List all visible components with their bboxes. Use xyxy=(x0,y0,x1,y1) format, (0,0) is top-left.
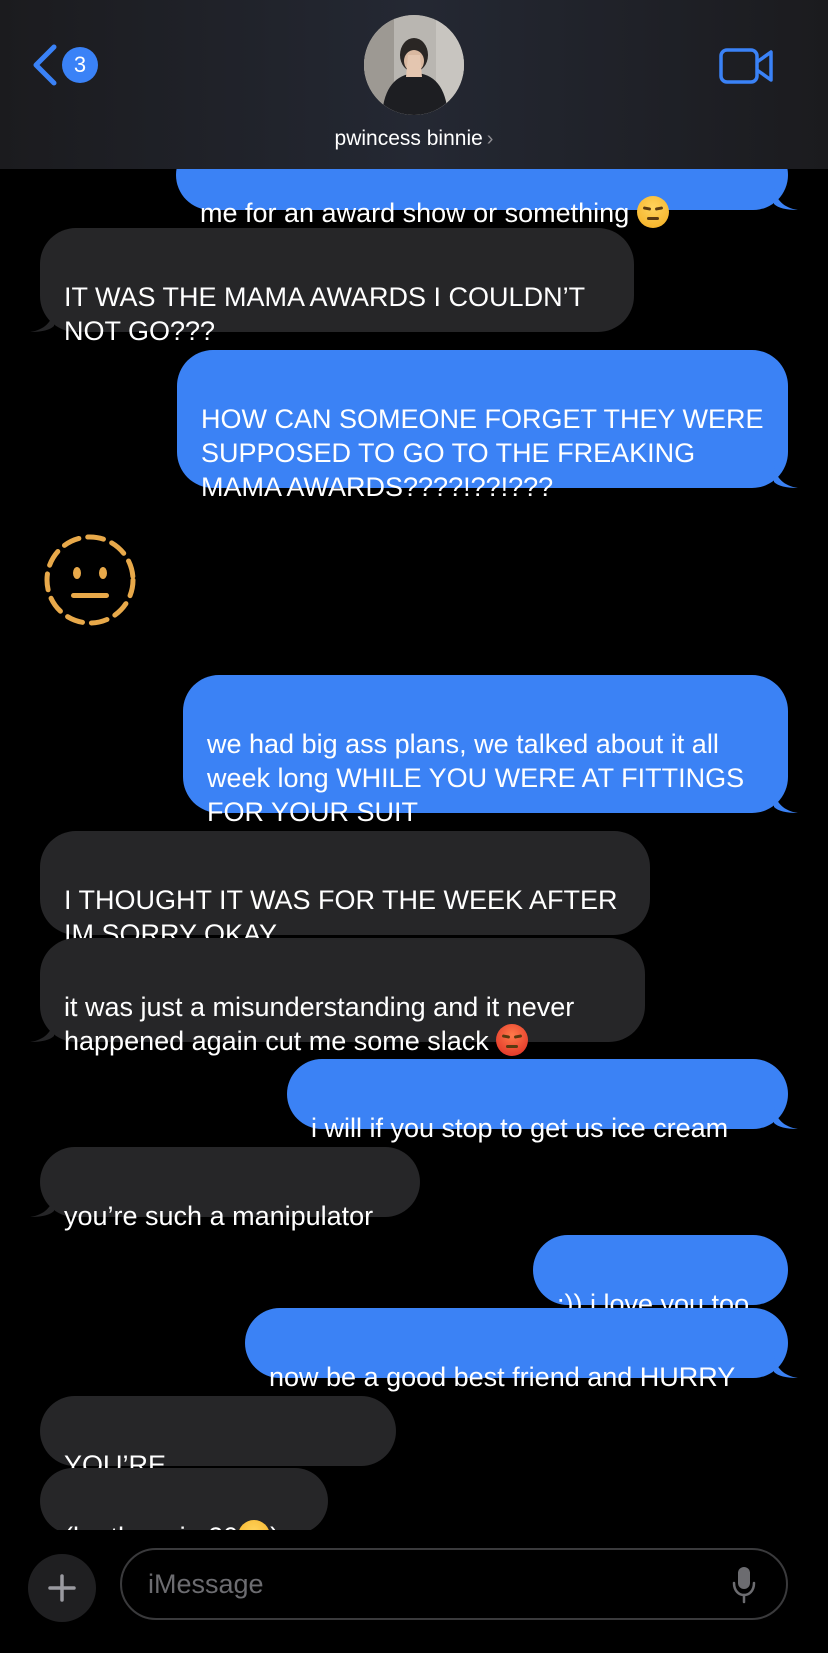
conversation-header: 3 pwincess binnie › xyxy=(0,0,828,169)
message-outgoing[interactable]: we had big ass plans, we talked about it… xyxy=(183,675,788,827)
message-incoming[interactable]: (be there in 20) xyxy=(40,1468,328,1552)
message-incoming[interactable]: it was just a misunderstanding and it ne… xyxy=(40,938,645,1056)
bubble-tail xyxy=(30,1195,54,1217)
message-outgoing[interactable]: now be a good best friend and HURRY xyxy=(245,1308,788,1392)
message-outgoing[interactable]: :)) i love you too xyxy=(533,1235,788,1319)
message-incoming-emoji[interactable] xyxy=(40,530,140,630)
bubble-tail xyxy=(774,1107,798,1129)
unread-count-badge: 3 xyxy=(62,47,98,83)
chevron-right-icon: › xyxy=(486,128,494,150)
contact-avatar[interactable] xyxy=(364,15,464,115)
message-incoming[interactable]: IT WAS THE MAMA AWARDS I COULDN’T NOT GO… xyxy=(40,228,634,346)
back-chevron-icon xyxy=(33,44,57,86)
imessage-input[interactable]: iMessage xyxy=(120,1548,788,1620)
message-outgoing[interactable]: i will if you stop to get us ice cream xyxy=(287,1059,788,1143)
message-text: i will if you stop to get us ice cream xyxy=(311,1113,729,1143)
bubble-tail xyxy=(30,1020,54,1042)
contact-name-button[interactable]: pwincess binnie › xyxy=(250,124,578,154)
back-button[interactable]: 3 xyxy=(26,40,106,90)
avatar-photo xyxy=(364,15,464,115)
imessage-conversation: 3 pwincess binnie › me for an award show… xyxy=(0,0,828,1653)
microphone-icon[interactable] xyxy=(732,1566,756,1604)
unamused-face-emoji xyxy=(636,196,669,228)
message-text: HOW CAN SOMEONE FORGET THEY WERE SUPPOSE… xyxy=(201,404,764,502)
plus-icon xyxy=(48,1574,76,1602)
message-text: IT WAS THE MAMA AWARDS I COULDN’T NOT GO… xyxy=(64,282,586,346)
message-incoming[interactable]: you’re such a manipulator xyxy=(40,1147,420,1231)
message-text: we had big ass plans, we talked about it… xyxy=(207,729,745,827)
message-incoming[interactable]: YOU’RE INSUFFERABLE xyxy=(40,1396,396,1514)
bubble-tail xyxy=(774,466,798,488)
message-outgoing[interactable]: HOW CAN SOMEONE FORGET THEY WERE SUPPOSE… xyxy=(177,350,788,502)
message-input-bar: iMessage xyxy=(0,1530,828,1653)
imessage-placeholder: iMessage xyxy=(148,1569,264,1599)
dotted-line-face-emoji xyxy=(44,534,136,626)
bubble-tail xyxy=(30,310,54,332)
bubble-tail xyxy=(774,791,798,813)
message-text: now be a good best friend and HURRY xyxy=(269,1362,736,1392)
angry-face-emoji xyxy=(496,1024,529,1056)
bubble-tail xyxy=(774,1356,798,1378)
message-text: me for an award show or something xyxy=(200,198,637,228)
message-incoming[interactable]: I THOUGHT IT WAS FOR THE WEEK AFTER IM S… xyxy=(40,831,650,949)
facetime-video-button[interactable] xyxy=(718,46,774,86)
message-text: you’re such a manipulator xyxy=(64,1201,374,1231)
apps-plus-button[interactable] xyxy=(28,1554,96,1622)
contact-name: pwincess binnie xyxy=(334,127,483,150)
bubble-tail xyxy=(774,188,798,210)
video-camera-icon xyxy=(719,48,773,84)
